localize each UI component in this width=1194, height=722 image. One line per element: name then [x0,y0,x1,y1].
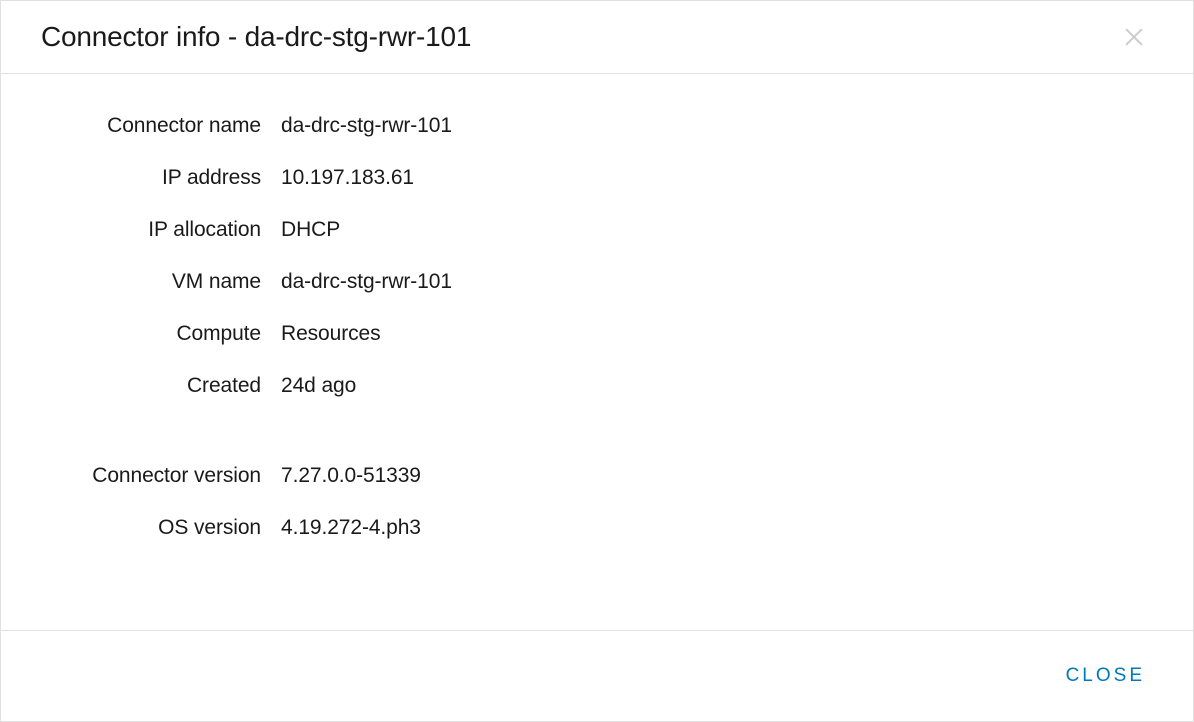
value-compute: Resources [281,322,1153,346]
label-os-version: OS version [41,516,261,540]
value-connector-name: da-drc-stg-rwr-101 [281,114,1153,138]
label-compute: Compute [41,322,261,346]
close-icon[interactable] [1115,22,1153,52]
modal-title: Connector info - da-drc-stg-rwr-101 [41,21,471,53]
value-os-version: 4.19.272-4.ph3 [281,516,1153,540]
value-ip-allocation: DHCP [281,218,1153,242]
value-ip-address: 10.197.183.61 [281,166,1153,190]
label-vm-name: VM name [41,270,261,294]
label-ip-allocation: IP allocation [41,218,261,242]
connector-info-modal: Connector info - da-drc-stg-rwr-101 Conn… [0,0,1194,722]
group-spacer [41,426,1153,436]
label-created: Created [41,374,261,398]
label-connector-version: Connector version [41,464,261,488]
label-connector-name: Connector name [41,114,261,138]
value-created: 24d ago [281,374,1153,398]
title-connector-name: da-drc-stg-rwr-101 [245,21,472,52]
label-ip-address: IP address [41,166,261,190]
value-connector-version: 7.27.0.0-51339 [281,464,1153,488]
modal-header: Connector info - da-drc-stg-rwr-101 [1,1,1193,74]
info-list: Connector name da-drc-stg-rwr-101 IP add… [41,114,1153,540]
value-vm-name: da-drc-stg-rwr-101 [281,270,1153,294]
modal-body: Connector name da-drc-stg-rwr-101 IP add… [1,74,1193,630]
close-button[interactable]: CLOSE [1066,659,1145,693]
title-prefix: Connector info - [41,21,245,52]
modal-footer: CLOSE [1,630,1193,721]
